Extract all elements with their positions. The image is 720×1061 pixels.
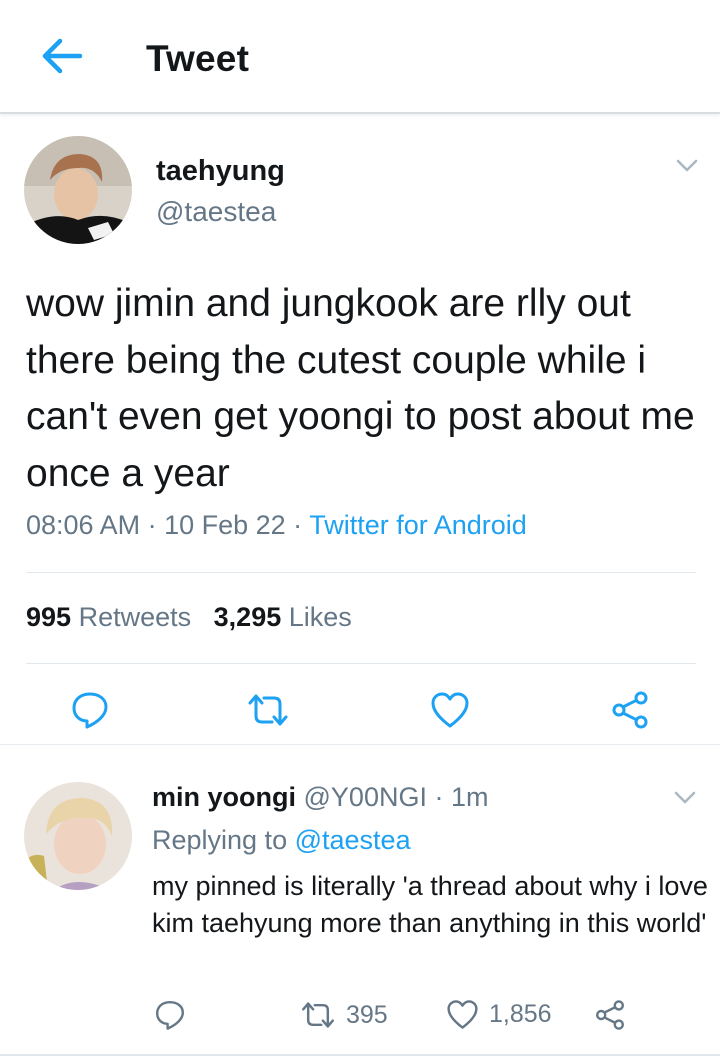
reply-time-separator: · [426, 782, 451, 812]
reply-icon [72, 692, 108, 729]
reply-reply-button[interactable] [154, 999, 186, 1031]
tweet-menu-button[interactable] [676, 159, 698, 173]
reply-header: min yoongi @Y00NGI · 1m [152, 782, 488, 813]
meta-separator: · [140, 510, 165, 540]
author-handle[interactable]: @taestea [156, 196, 276, 228]
avatar-taehyung[interactable] [24, 136, 132, 244]
retweet-icon [302, 1002, 334, 1028]
like-button[interactable] [430, 691, 470, 729]
reply-share-button[interactable] [594, 999, 626, 1031]
meta-separator: · [285, 510, 310, 540]
avatar-yoongi[interactable] [24, 782, 132, 890]
reply-text: my pinned is literally 'a thread about w… [152, 871, 708, 938]
likes-count: 3,295 [213, 602, 282, 632]
tweet-meta: 08:06 AM · 10 Feb 22 · Twitter for Andro… [26, 510, 527, 541]
chevron-down-icon [676, 159, 698, 172]
retweets-label: Retweets [78, 602, 192, 632]
tweet-source-link[interactable]: Twitter for Android [309, 510, 527, 540]
reply-author-handle[interactable]: @Y00NGI [304, 782, 427, 812]
replying-to: Replying to @taestea [152, 825, 411, 856]
page-title: Tweet [146, 38, 250, 79]
reply-button[interactable] [70, 690, 110, 730]
reply-like-count: 1,856 [489, 1000, 552, 1028]
divider [26, 663, 696, 664]
share-icon [596, 1000, 624, 1030]
reply-retweet-button[interactable]: 395 [300, 1000, 388, 1030]
share-icon [612, 691, 648, 729]
replying-prefix: Replying to [152, 825, 288, 855]
tweet-time: 08:06 AM [26, 510, 141, 540]
app-header: Tweet [0, 0, 720, 114]
retweets-count: 995 [26, 602, 72, 632]
retweets-stat[interactable]: 995 Retweets [26, 602, 191, 632]
reply-author-name[interactable]: min yoongi [152, 782, 296, 812]
likes-label: Likes [288, 602, 352, 632]
retweet-button[interactable] [246, 692, 290, 728]
reply-menu-button[interactable] [674, 791, 696, 805]
share-button[interactable] [610, 690, 650, 730]
replying-to-handle[interactable]: @taestea [295, 825, 411, 855]
reply-like-button[interactable]: 1,856 [446, 999, 552, 1030]
likes-stat[interactable]: 3,295 Likes [214, 602, 352, 632]
author-name[interactable]: taehyung [156, 155, 285, 188]
tweet-date: 10 Feb 22 [164, 510, 286, 540]
back-arrow-icon [42, 38, 83, 74]
divider [0, 1054, 720, 1056]
chevron-down-icon [674, 791, 696, 804]
reply-icon [156, 1001, 184, 1030]
tweet-stats: 995 Retweets 3,295 Likes [26, 602, 352, 633]
reply-time: 1m [450, 782, 489, 812]
divider [0, 744, 720, 745]
avatar-image [24, 782, 132, 890]
avatar-image [24, 136, 132, 244]
divider [26, 572, 696, 573]
reply-retweet-count: 395 [346, 1000, 388, 1029]
like-icon [447, 1000, 478, 1029]
retweet-icon [248, 694, 288, 726]
back-button[interactable] [36, 30, 88, 82]
like-icon [431, 692, 469, 728]
tweet-text: wow jimin and jungkook are rlly out ther… [26, 282, 695, 495]
